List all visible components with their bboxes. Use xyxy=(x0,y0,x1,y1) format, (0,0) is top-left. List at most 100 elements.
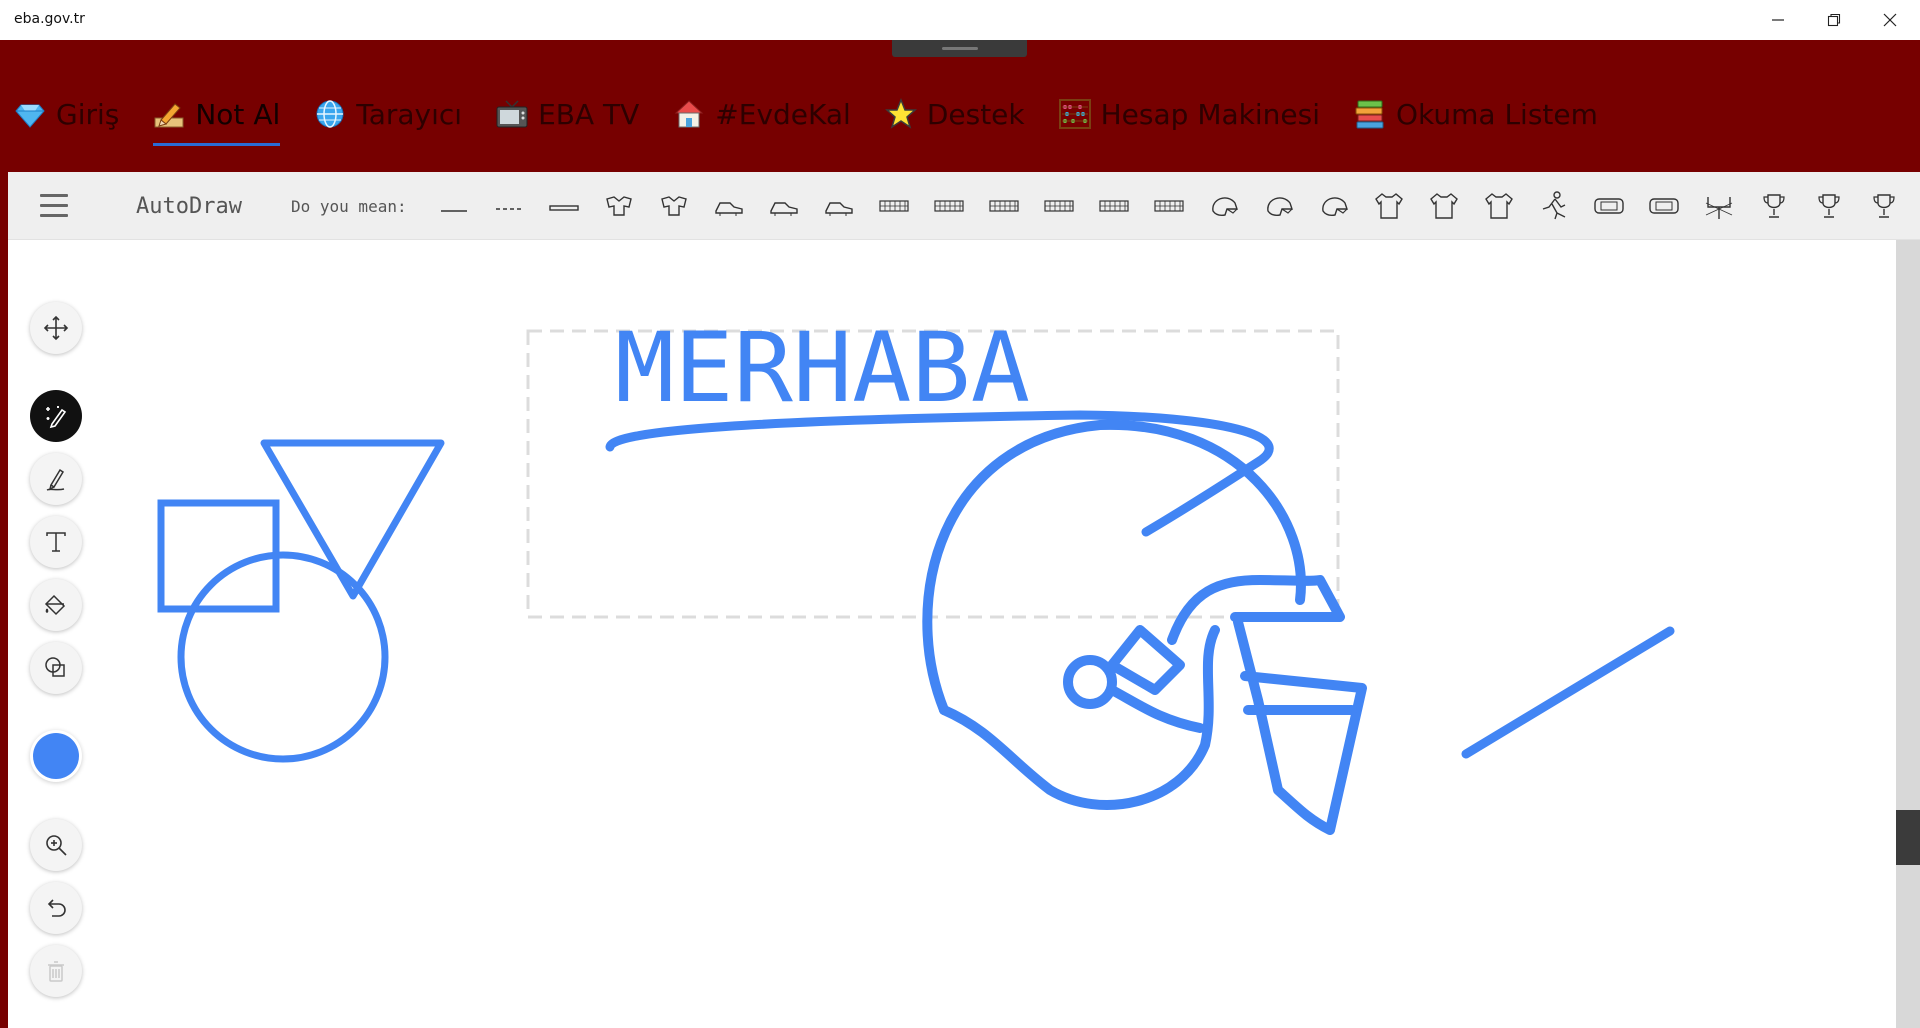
pencil-icon xyxy=(153,98,185,130)
suggestion-item[interactable] xyxy=(976,184,1031,228)
nav-item-label: Hesap Makinesi xyxy=(1100,97,1320,131)
suggestion-item[interactable] xyxy=(426,184,481,228)
helmet-drawing[interactable] xyxy=(922,419,1367,835)
globe-icon xyxy=(314,98,346,130)
minimize-icon xyxy=(1772,19,1784,21)
suggestion-item[interactable] xyxy=(1691,184,1746,228)
suggestion-item[interactable] xyxy=(1141,184,1196,228)
diamond-icon xyxy=(14,98,46,130)
nav-item-not-al[interactable]: Not Al xyxy=(153,94,281,146)
abacus-icon xyxy=(1058,98,1091,130)
nav-item-label: EBA TV xyxy=(538,97,640,131)
dashed-line-icon xyxy=(495,208,522,210)
suggestion-item[interactable] xyxy=(811,184,866,228)
suggestion-item[interactable] xyxy=(646,184,701,228)
fence-icon xyxy=(878,200,909,212)
suggestion-item[interactable] xyxy=(1306,184,1361,228)
scrollbar-thumb[interactable] xyxy=(1896,810,1920,865)
jersey-icon xyxy=(1484,193,1513,219)
suggestion-item[interactable] xyxy=(1911,184,1920,228)
nav-items: Giriş Not Al Tarayıcı EBA TV #EvdeKal De… xyxy=(14,94,1632,146)
trophy-icon xyxy=(1817,194,1840,218)
drawing-canvas[interactable]: MERHABA xyxy=(8,240,1896,1028)
menu-icon[interactable] xyxy=(40,194,68,218)
nav-item-giris[interactable]: Giriş xyxy=(14,94,119,134)
drag-handle[interactable] xyxy=(892,40,1027,57)
cleat-icon xyxy=(714,202,743,216)
tv-icon xyxy=(496,98,528,130)
nav-item-destek[interactable]: Destek xyxy=(884,94,1025,134)
nav-item-evdekal[interactable]: #EvdeKal xyxy=(673,94,851,134)
star-icon xyxy=(884,98,917,130)
nav-item-label: Destek xyxy=(926,97,1025,131)
jersey-icon xyxy=(1429,193,1458,219)
trophy-icon xyxy=(1872,194,1895,218)
suggestion-item[interactable] xyxy=(1526,184,1581,228)
suggest-label: Do you mean: xyxy=(291,197,407,216)
suggestion-item[interactable] xyxy=(1581,184,1636,228)
helmet-icon xyxy=(1266,197,1293,216)
trophy-icon xyxy=(1762,194,1785,218)
window-title: eba.gov.tr xyxy=(14,11,85,27)
line-stroke[interactable] xyxy=(1461,626,1675,759)
shoulder-pads-icon xyxy=(605,196,632,216)
suggestion-item[interactable] xyxy=(1251,184,1306,228)
suggestion-item[interactable] xyxy=(1471,184,1526,228)
suggestion-item[interactable] xyxy=(481,184,536,228)
fence-icon xyxy=(1153,200,1184,212)
suggestion-item[interactable] xyxy=(591,184,646,228)
cleat-icon xyxy=(824,202,853,216)
suggestion-item[interactable] xyxy=(756,184,811,228)
nav-item-okuma-listem[interactable]: Okuma Listem xyxy=(1354,94,1598,134)
nav-item-label: #EvdeKal xyxy=(715,97,851,131)
suggestion-item[interactable] xyxy=(1801,184,1856,228)
cleat-icon xyxy=(769,202,798,216)
app-navbar: Giriş Not Al Tarayıcı EBA TV #EvdeKal De… xyxy=(0,40,1920,172)
suggestion-item[interactable] xyxy=(1196,184,1251,228)
minimize-button[interactable] xyxy=(1750,0,1806,40)
fence-icon xyxy=(933,200,964,212)
close-icon xyxy=(1883,13,1897,27)
suggestion-item[interactable] xyxy=(1361,184,1416,228)
nav-item-label: Tarayıcı xyxy=(356,97,463,131)
nav-item-eba-tv[interactable]: EBA TV xyxy=(496,94,639,134)
suggestion-item[interactable] xyxy=(1856,184,1911,228)
suggestion-item[interactable] xyxy=(1746,184,1801,228)
suggestion-item[interactable] xyxy=(701,184,756,228)
nav-item-label: Okuma Listem xyxy=(1395,97,1598,131)
suggestion-item[interactable] xyxy=(1031,184,1086,228)
suggestion-strip xyxy=(426,184,1920,228)
restore-icon xyxy=(1827,13,1841,27)
nav-item-hesap-makinesi[interactable]: Hesap Makinesi xyxy=(1058,94,1320,134)
goalpost-icon xyxy=(1705,197,1732,219)
canvas-scrollbar[interactable] xyxy=(1896,240,1920,1028)
nav-item-tarayici[interactable]: Tarayıcı xyxy=(314,94,462,134)
helmet-icon xyxy=(1211,197,1238,216)
shoulder-pads-icon xyxy=(660,196,687,216)
suggestion-item[interactable] xyxy=(1636,184,1691,228)
suggestion-item[interactable] xyxy=(536,184,591,228)
window-border xyxy=(0,172,8,1028)
books-icon xyxy=(1354,98,1386,130)
canvas-text[interactable]: MERHABA xyxy=(615,312,1030,424)
restore-button[interactable] xyxy=(1806,0,1862,40)
close-button[interactable] xyxy=(1862,0,1918,40)
stadium-icon xyxy=(1648,198,1679,214)
player-icon xyxy=(1542,191,1565,220)
triangle-shape[interactable] xyxy=(260,439,445,600)
nav-item-label: Giriş xyxy=(56,97,120,131)
fence-icon xyxy=(988,200,1019,212)
suggestion-item[interactable] xyxy=(1086,184,1141,228)
window-titlebar: eba.gov.tr xyxy=(0,0,1920,40)
suggestion-item[interactable] xyxy=(921,184,976,228)
suggestion-item[interactable] xyxy=(1416,184,1471,228)
house-icon xyxy=(673,98,705,130)
suggestion-item[interactable] xyxy=(866,184,921,228)
circle-shape[interactable] xyxy=(177,551,389,763)
stadium-icon xyxy=(1593,198,1624,214)
helmet-icon xyxy=(1321,197,1348,216)
autodraw-toolbar: AutoDraw Do you mean: xyxy=(8,172,1920,240)
active-tab-indicator xyxy=(153,143,281,146)
line-icon xyxy=(440,210,467,212)
nav-item-label: Not Al xyxy=(195,97,281,131)
